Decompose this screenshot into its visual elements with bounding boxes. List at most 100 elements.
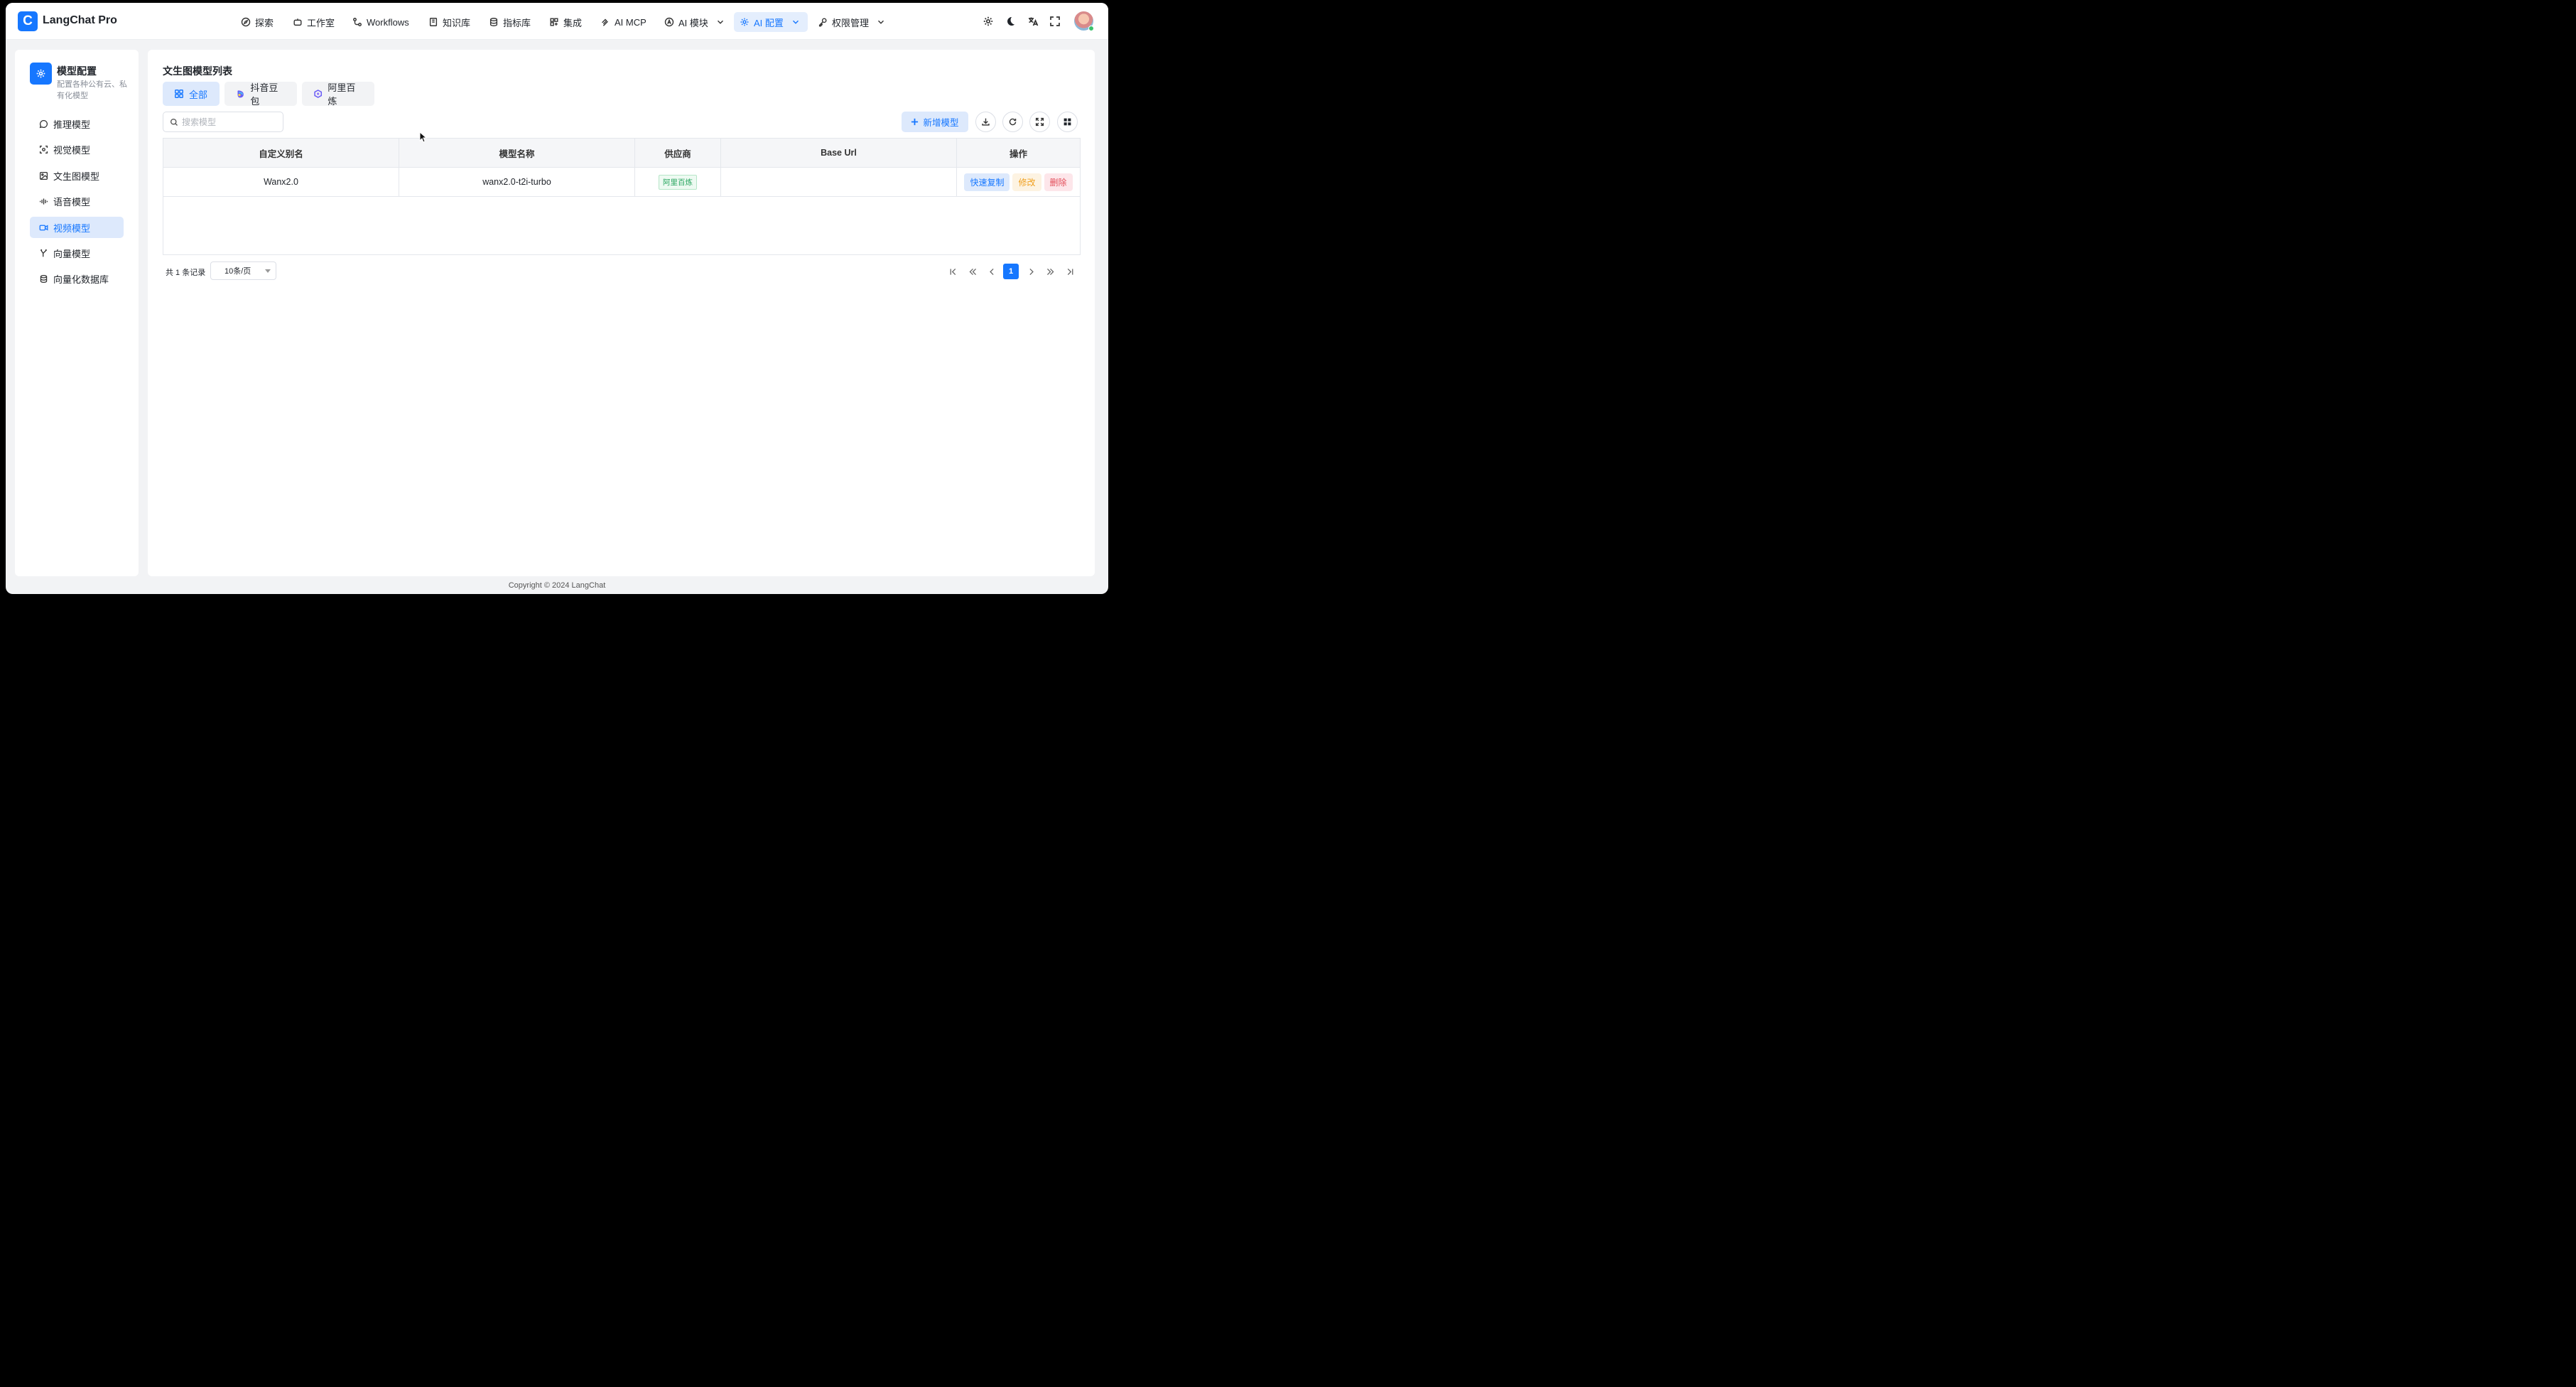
nav-label: AI MCP <box>615 16 646 28</box>
sidebar-item-vector-db[interactable]: 向量化数据库 <box>30 268 124 289</box>
last-page-button[interactable] <box>1062 264 1078 279</box>
jump-next-button[interactable] <box>1042 264 1058 279</box>
main-panel: 文生图模型列表 全部 抖音豆包 阿里百炼 新增模型 <box>148 50 1095 576</box>
nav-label: 集成 <box>563 17 583 28</box>
nav-item-metrics[interactable]: 指标库 <box>483 12 536 32</box>
sidebar-item-speech[interactable]: 语音模型 <box>30 190 124 212</box>
jump-prev-button[interactable] <box>965 264 980 279</box>
sidebar-item-label: 推理模型 <box>53 119 91 130</box>
footer-copyright: Copyright © 2024 LangChat <box>508 581 606 590</box>
last-page-icon <box>1067 268 1073 275</box>
chevron-right-icon <box>1029 268 1034 275</box>
nav-label: Workflows <box>367 16 409 28</box>
bot-icon <box>293 18 302 26</box>
dark-mode-icon[interactable] <box>1005 16 1016 27</box>
expand-button[interactable] <box>1029 112 1050 132</box>
refresh-icon <box>1009 118 1017 126</box>
top-nav: C LangChat Pro 探索 工作室 Workflows 知识库 指标库 … <box>6 3 1108 40</box>
sidebar-item-label: 文生图模型 <box>53 171 100 182</box>
model-table: 自定义别名 模型名称 供应商 Base Url 操作 Wanx2.0 wanx2… <box>163 138 1081 255</box>
caret-down-icon <box>265 269 271 273</box>
cell-alias: Wanx2.0 <box>163 168 399 196</box>
logo-icon: C <box>18 11 38 31</box>
next-page-button[interactable] <box>1023 264 1039 279</box>
refresh-button[interactable] <box>1002 112 1023 132</box>
sidebar-description: 配置各种公有云、私有化模型 <box>57 80 127 100</box>
nav-label: AI 配置 <box>754 17 784 28</box>
scan-eye-icon <box>39 145 48 153</box>
sidebar-item-text-to-image[interactable]: 文生图模型 <box>30 165 124 186</box>
sidebar-item-vision[interactable]: 视觉模型 <box>30 139 124 160</box>
chevron-left-icon <box>989 268 994 275</box>
vector-icon <box>40 249 48 257</box>
tab-label: 抖音豆包 <box>250 82 278 107</box>
tab-bailian[interactable]: 阿里百炼 <box>302 82 374 107</box>
first-page-button[interactable] <box>945 264 960 279</box>
prev-page-button[interactable] <box>984 264 1000 279</box>
nav-item-permissions[interactable]: 权限管理 <box>812 12 892 32</box>
bailian-logo-icon <box>314 90 323 98</box>
chevron-down-icon <box>878 20 884 24</box>
quick-copy-button[interactable]: 快速复制 <box>964 173 1010 191</box>
settings-icon <box>30 63 52 85</box>
page-size-value: 10条/页 <box>224 267 251 276</box>
tab-all[interactable]: 全部 <box>163 82 220 106</box>
double-chevron-right-icon <box>1046 268 1054 275</box>
nav-label: 工作室 <box>307 17 335 28</box>
column-header: 模型名称 <box>399 139 635 167</box>
search-icon <box>170 118 178 126</box>
nav-item-knowledge[interactable]: 知识库 <box>423 12 476 32</box>
app-title: LangChat Pro <box>43 14 117 26</box>
avatar[interactable] <box>1074 11 1094 31</box>
settings-icon[interactable] <box>983 16 994 27</box>
nav-item-ai-module[interactable]: AI 模块 <box>659 12 731 32</box>
key-icon <box>818 18 827 27</box>
cell-base-url <box>721 168 957 196</box>
nav-item-studio[interactable]: 工作室 <box>287 12 340 32</box>
delete-button[interactable]: 删除 <box>1044 173 1073 191</box>
tab-doubao[interactable]: 抖音豆包 <box>224 82 297 107</box>
column-header: 操作 <box>1009 149 1027 159</box>
sidebar-item-video[interactable]: 视频模型 <box>30 217 124 238</box>
nav-label: AI 模块 <box>678 17 708 28</box>
fullscreen-icon[interactable] <box>1049 16 1061 27</box>
sidebar-item-embedding[interactable]: 向量模型 <box>30 242 124 264</box>
workflow-icon <box>353 18 362 26</box>
sidebar-item-reasoning[interactable]: 推理模型 <box>30 113 124 134</box>
mouse-cursor-icon <box>419 131 428 143</box>
nav-item-workflows[interactable]: Workflows <box>347 12 415 32</box>
page-number-current[interactable]: 1 <box>1003 264 1019 279</box>
image-icon <box>39 171 48 180</box>
edit-button[interactable]: 修改 <box>1012 173 1041 191</box>
download-button[interactable] <box>975 112 996 132</box>
sidebar-title: 模型配置 <box>57 65 97 77</box>
nav-item-ai-config[interactable]: AI 配置 <box>734 12 808 32</box>
app-window: C LangChat Pro 探索 工作室 Workflows 知识库 指标库 … <box>6 3 1108 594</box>
chat-bubble-icon <box>39 119 48 128</box>
sidebar-item-label: 向量模型 <box>53 248 91 259</box>
search-box[interactable] <box>163 112 283 132</box>
ai-module-icon <box>664 17 674 27</box>
search-input[interactable] <box>182 117 281 127</box>
doubao-logo-icon <box>237 90 244 98</box>
add-model-button[interactable]: 新增模型 <box>902 112 968 132</box>
nav-item-integration[interactable]: 集成 <box>543 12 588 32</box>
download-icon <box>982 118 990 126</box>
table-header: 自定义别名 模型名称 供应商 Base Url 操作 <box>163 139 1080 168</box>
cell-actions: 快速复制 修改 删除 <box>957 168 1080 196</box>
book-icon <box>429 18 438 26</box>
chevron-down-icon <box>717 20 723 24</box>
vendor-tag: 阿里百炼 <box>659 174 697 190</box>
sidebar-item-label: 向量化数据库 <box>53 274 109 285</box>
database-icon <box>489 18 498 26</box>
column-header: 供应商 <box>635 139 721 167</box>
grid-plus-icon <box>550 18 558 26</box>
page-size-select[interactable]: 10条/页 <box>210 261 276 280</box>
nav-item-explore[interactable]: 探索 <box>235 12 279 32</box>
sidebar-item-label: 视觉模型 <box>53 144 91 156</box>
nav-label: 探索 <box>255 17 274 28</box>
column-settings-button[interactable] <box>1057 112 1078 132</box>
nav-item-ai-mcp[interactable]: AI MCP <box>595 12 652 32</box>
expand-icon <box>1035 117 1044 126</box>
translate-icon[interactable] <box>1027 16 1039 27</box>
